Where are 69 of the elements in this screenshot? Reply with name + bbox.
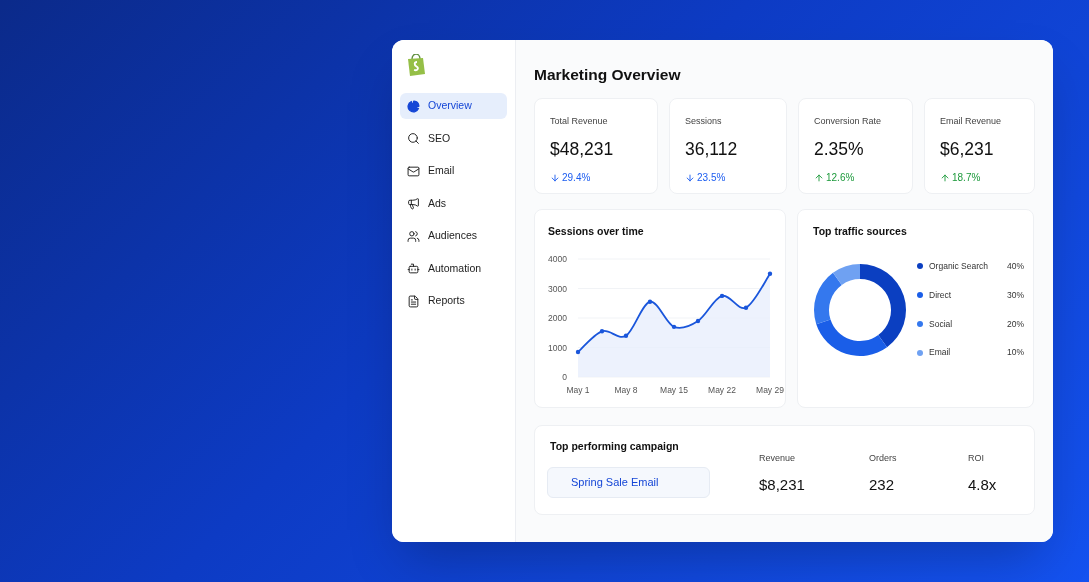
legend-percent: 30% (1007, 288, 1024, 302)
stat-label: Email Revenue (940, 115, 1003, 129)
card-title: Top performing campaign (549, 439, 680, 455)
change-value: 23.5% (697, 171, 726, 185)
document-icon (407, 294, 420, 308)
x-axis-label: May 1 (566, 385, 590, 395)
y-axis-label: 3000 (548, 283, 567, 294)
card-title: Top traffic sources (813, 224, 908, 240)
sidebar-item[interactable]: SEO (400, 125, 507, 152)
metric-label: Revenue (759, 452, 797, 466)
stat-value: $48,231 (550, 137, 615, 161)
megaphone-icon (407, 197, 420, 210)
arrow-up-icon (814, 172, 824, 183)
pie-chart-icon (407, 99, 420, 113)
sidebar-item[interactable]: Overview (400, 93, 507, 119)
people-icon (407, 229, 420, 243)
stat-value: 2.35% (814, 137, 865, 161)
data-point (599, 329, 605, 334)
legend-label: Social (929, 317, 954, 331)
change-value: 29.4% (562, 171, 591, 185)
y-axis-label: 1000 (548, 342, 567, 353)
data-point (767, 271, 773, 276)
change-value: 12.6% (826, 171, 855, 185)
metric-value: $8,231 (759, 474, 806, 495)
change-value: 18.7% (952, 171, 981, 185)
robot-icon (407, 262, 420, 275)
legend-percent: 40% (1007, 260, 1024, 273)
metric-value: 232 (869, 474, 896, 495)
arrow-up-icon (940, 172, 950, 183)
arrow-down-icon (685, 172, 695, 183)
y-axis-label: 2000 (548, 313, 567, 323)
stat-value: 36,112 (685, 137, 739, 161)
arrow-down-icon (550, 172, 560, 183)
page-title: Marketing Overview (534, 65, 682, 85)
legend-label: Email (929, 346, 952, 359)
x-axis-label: May 29 (756, 385, 784, 395)
data-point (647, 299, 653, 304)
metric-label: ROI (968, 452, 985, 466)
stat-label: Sessions (685, 115, 723, 129)
sidebar-item[interactable]: Automation (400, 255, 507, 282)
stat-label: Total Revenue (550, 115, 609, 129)
y-axis-label: 0 (562, 372, 567, 382)
data-point (623, 333, 629, 338)
x-axis-label: May 8 (614, 385, 638, 395)
sidebar-item[interactable]: Email (400, 158, 507, 184)
legend-percent: 10% (1007, 346, 1024, 359)
legend-label: Direct (929, 288, 953, 302)
metric-label: Orders (869, 452, 898, 466)
campaign-button[interactable]: Spring Sale Email (547, 467, 710, 498)
sidebar-item[interactable]: Reports (400, 288, 507, 314)
x-axis-label: May 15 (660, 385, 688, 395)
data-point (575, 349, 581, 355)
data-point (671, 324, 677, 330)
x-axis-label: May 22 (708, 385, 736, 395)
shopping-bag-logo-icon (406, 54, 426, 76)
data-point (743, 305, 749, 310)
card-title: Sessions over time (548, 224, 645, 240)
envelope-icon (407, 164, 420, 178)
stat-label: Conversion Rate (814, 115, 883, 129)
legend-label: Organic Search (929, 260, 990, 273)
sidebar-item[interactable]: Audiences (400, 223, 507, 249)
data-point (695, 318, 701, 324)
stat-value: $6,231 (940, 137, 995, 161)
data-point (719, 293, 725, 299)
search-icon (407, 132, 420, 145)
y-axis-label: 4000 (548, 254, 567, 264)
metric-value: 4.8x (968, 474, 998, 495)
legend-percent: 20% (1007, 317, 1024, 331)
sidebar-item[interactable]: Ads (400, 190, 507, 217)
